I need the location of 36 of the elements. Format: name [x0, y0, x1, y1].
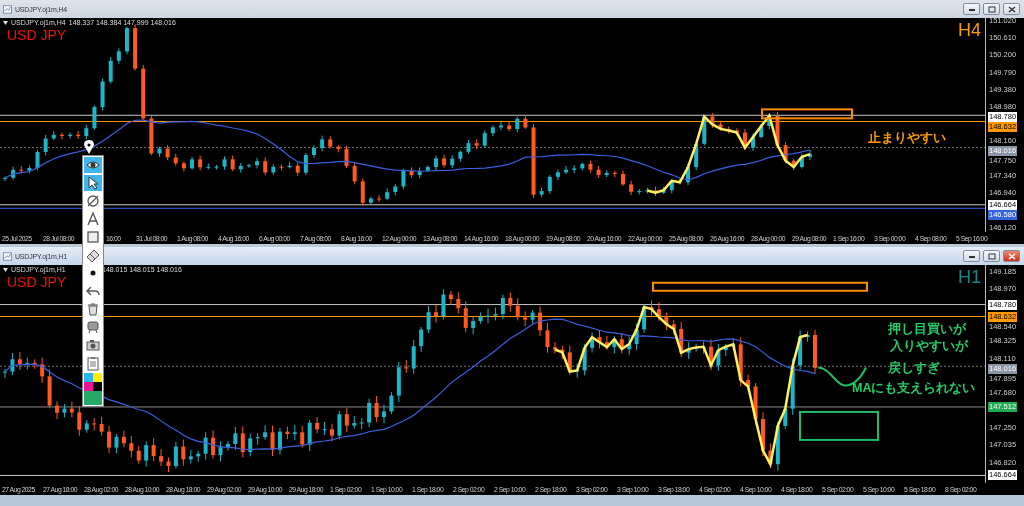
chart-note: 戻しすぎ — [888, 360, 940, 377]
close-button[interactable] — [1003, 250, 1020, 262]
minimize-icon — [967, 253, 976, 259]
timeframe-label: H1 — [958, 267, 981, 288]
maximize-icon — [987, 252, 996, 260]
minimize-button[interactable] — [963, 250, 980, 262]
close-icon — [1007, 5, 1016, 13]
pen-nib-icon — [82, 139, 96, 155]
dropdown-icon — [3, 267, 8, 272]
rectangle-tool-icon[interactable] — [84, 229, 102, 245]
timeframe-label: H4 — [958, 20, 981, 41]
close-icon — [1007, 252, 1016, 260]
pointer-tool-icon[interactable] — [84, 175, 102, 191]
eye-tool-icon[interactable] — [84, 157, 102, 173]
maximize-icon — [987, 5, 996, 13]
color-swatch[interactable] — [93, 382, 102, 391]
color-swatch[interactable] — [93, 373, 102, 382]
window-icon — [3, 4, 12, 14]
minimize-icon — [967, 6, 976, 12]
monitor-tool-icon[interactable] — [84, 319, 102, 335]
clipboard-tool-icon[interactable] — [84, 355, 102, 371]
color-swatch[interactable] — [84, 391, 102, 405]
symbol-label: USD JPY — [7, 28, 67, 43]
dropdown-icon — [3, 20, 8, 25]
crossed-circle-tool-icon[interactable] — [84, 193, 102, 209]
color-swatch[interactable] — [84, 382, 93, 391]
symbol-label: USD JPY — [7, 275, 67, 290]
chart-note: 押し目買いが — [888, 321, 966, 338]
chart-note: 止まりやすい — [868, 130, 946, 147]
minimize-button[interactable] — [963, 3, 980, 15]
chart-note: MAにも支えられない — [852, 380, 976, 397]
color-swatch[interactable] — [84, 373, 93, 382]
close-button[interactable] — [1003, 3, 1020, 15]
chart-note: 入りやすいが — [890, 338, 968, 355]
window-icon — [3, 251, 12, 261]
camera-tool-icon[interactable] — [84, 337, 102, 353]
